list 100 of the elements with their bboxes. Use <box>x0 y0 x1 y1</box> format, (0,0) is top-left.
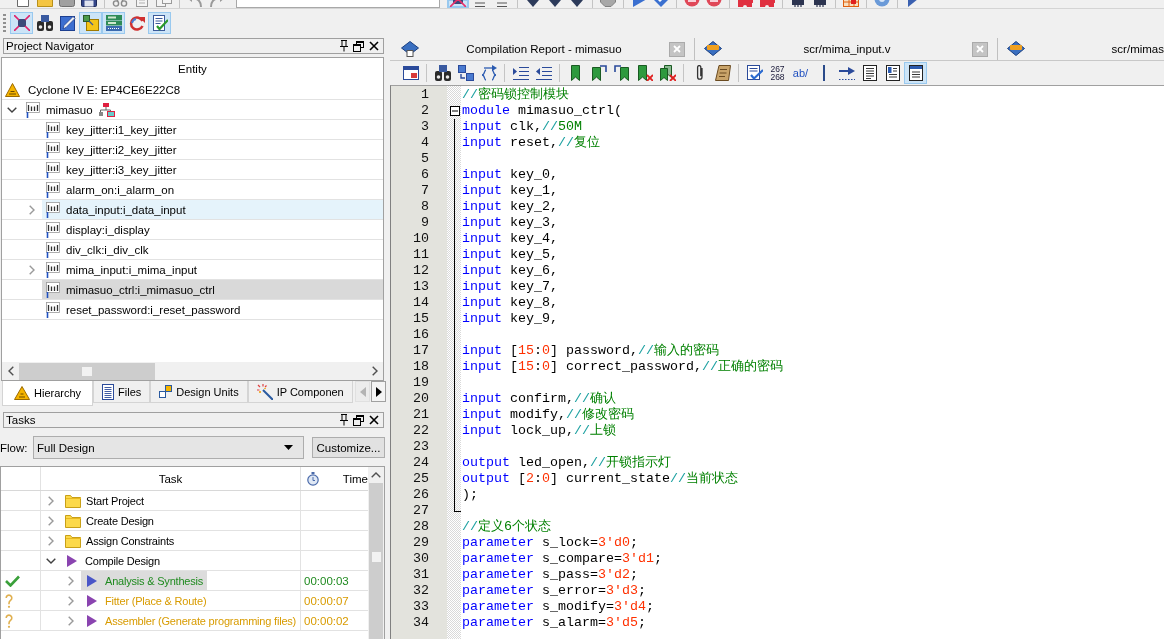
code-line: parameter s_compare=3'd1; <box>462 551 662 567</box>
text-field[interactable] <box>236 0 440 8</box>
tree-item[interactable]: mimasuo_ctrl:i_mimasuo_ctrl <box>42 280 383 299</box>
pin-icon[interactable] <box>340 40 348 52</box>
toolbar-button[interactable]: 267 268 <box>766 62 789 84</box>
line-number: 8 <box>420 199 429 215</box>
line-number: 7 <box>420 183 429 199</box>
bookmark-arrow-icon <box>613 65 630 81</box>
shield-icon <box>547 0 563 7</box>
customize-button[interactable]: Customize... <box>312 437 385 458</box>
grid-icon <box>843 0 859 7</box>
restore-icon[interactable] <box>353 40 364 52</box>
line-number: 10 <box>412 231 429 247</box>
tree-item[interactable]: Start Project <box>61 491 148 510</box>
line-number: 24 <box>412 455 429 471</box>
toolbar-button[interactable] <box>10 11 33 34</box>
chevron-down-icon[interactable] <box>7 106 17 113</box>
line-number: 26 <box>412 487 429 503</box>
line-number: 31 <box>412 567 429 583</box>
window-icon <box>402 65 419 81</box>
line-number: 22 <box>412 423 429 439</box>
chevron-right-icon[interactable] <box>371 366 378 376</box>
code-line: module mimasuo_ctrl( <box>462 103 622 119</box>
restore-icon[interactable] <box>353 414 364 426</box>
toolbar-button[interactable] <box>904 62 927 84</box>
chevron-up-icon[interactable] <box>371 472 381 478</box>
toolbar-button[interactable] <box>447 0 469 8</box>
toolbar-button[interactable]: ab/ <box>789 62 812 84</box>
toolbar-grip[interactable] <box>3 12 6 33</box>
column-header[interactable]: Task <box>158 472 183 485</box>
column-header[interactable]: Time <box>342 472 368 485</box>
line-number: 33 <box>412 599 429 615</box>
warning-icon <box>5 82 20 97</box>
diamond-icon <box>401 41 419 57</box>
code-line: //密码锁控制模块 <box>462 87 569 103</box>
close-icon[interactable] <box>369 415 379 425</box>
code-line: input key_1, <box>462 183 558 199</box>
tab[interactable]: Files <box>93 381 151 403</box>
blocks-icon <box>159 385 173 398</box>
panels-icon <box>105 14 122 31</box>
pin-icon[interactable] <box>340 414 348 426</box>
refresh-icon <box>128 14 145 31</box>
code-line: parameter s_pass=3'd2; <box>462 567 638 583</box>
checklist-icon <box>746 65 763 81</box>
column-header[interactable]: Entity <box>178 63 207 75</box>
tree-item[interactable]: key_jitter:i1_key_jitter <box>42 120 383 139</box>
caret-icon <box>284 445 293 450</box>
folder-icon <box>65 493 81 508</box>
line-number: 25 <box>412 471 429 487</box>
code-line: input key_8, <box>462 295 558 311</box>
code-line: input clk,//50M <box>462 119 582 135</box>
tree-item[interactable]: Assign Constraints <box>61 531 179 550</box>
chip-icon <box>812 0 828 7</box>
tree-item[interactable]: mima_input:i_mima_input <box>42 260 383 279</box>
bars-icon <box>46 221 60 238</box>
tree-item[interactable]: mimasuo <box>22 100 383 119</box>
tab[interactable]: IP Componen <box>247 381 353 403</box>
bars-icon <box>46 241 60 258</box>
panel-title: Project Navigator <box>6 40 95 52</box>
undo-arrow-icon <box>187 0 203 7</box>
close-icon[interactable] <box>369 41 379 51</box>
tab-scroll-button[interactable] <box>371 381 386 402</box>
triangle-icon <box>14 386 30 400</box>
paperclip-icon <box>695 65 704 81</box>
tree-item[interactable]: display:i_display <box>42 220 383 239</box>
tree-item[interactable]: data_input:i_data_input <box>42 200 383 219</box>
tree-item[interactable]: Compile Design <box>61 551 164 570</box>
scrollbar-thumb[interactable] <box>19 362 155 380</box>
triangle-right-icon <box>375 386 382 397</box>
bookmark-arrow-icon <box>590 65 607 81</box>
toolbar-button[interactable] <box>148 11 171 34</box>
toolbar-button[interactable] <box>79 11 102 34</box>
minus-box-icon[interactable] <box>450 106 460 116</box>
tree-item[interactable]: reset_password:i_reset_password <box>42 300 383 319</box>
tree-item[interactable]: key_jitter:i2_key_jitter <box>42 140 383 159</box>
toolbar-button[interactable] <box>78 0 100 8</box>
table-cell: 00:00:02 <box>304 614 349 627</box>
chevron-left-icon[interactable] <box>7 366 14 376</box>
tab[interactable]: Hierarchy <box>2 381 94 406</box>
tree-item[interactable]: key_jitter:i3_key_jitter <box>42 160 383 179</box>
outdent-icon <box>535 65 552 81</box>
close-icon <box>673 45 681 53</box>
device-label: Cyclone IV E: EP4CE6E22C8 <box>28 83 181 96</box>
tree-item[interactable]: div_clk:i_div_clk <box>42 240 383 259</box>
tab[interactable]: Design Units <box>150 381 248 403</box>
chevron-down-icon[interactable] <box>46 557 56 564</box>
bars-icon <box>46 141 60 158</box>
bars-icon <box>46 261 60 278</box>
line-number: 2 <box>420 103 429 119</box>
tree-item[interactable]: alarm_on:i_alarm_on <box>42 180 383 199</box>
document-icon <box>861 65 878 81</box>
code-line: input lock_up,//上锁 <box>462 423 616 439</box>
tree-item[interactable]: Create Design <box>61 511 158 530</box>
line-number: 12 <box>412 263 429 279</box>
scrollbar-thumb[interactable] <box>369 483 383 639</box>
line-number: 18 <box>412 359 429 375</box>
line-number: 11 <box>412 247 429 263</box>
play-icon <box>87 594 97 607</box>
line-number: 21 <box>412 407 429 423</box>
flow-dropdown[interactable]: Full Design <box>33 436 304 459</box>
